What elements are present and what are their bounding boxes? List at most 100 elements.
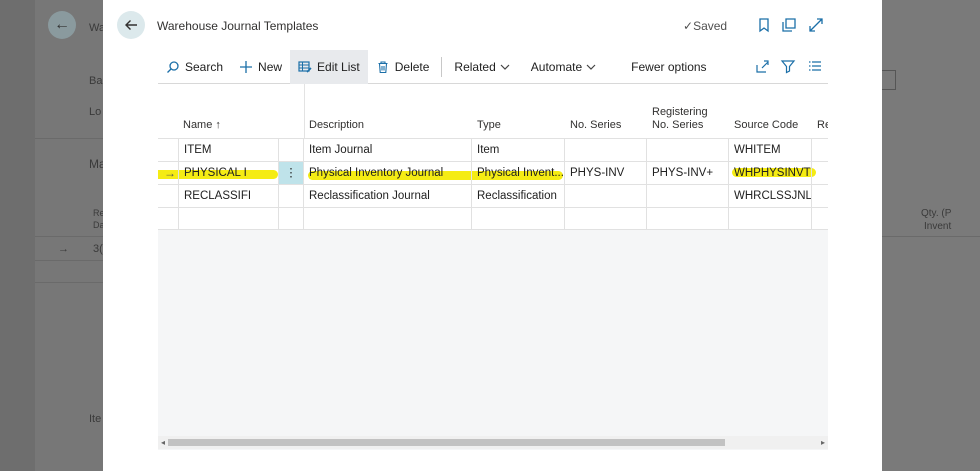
column-header-registering-line1: Registering <box>652 106 708 118</box>
delete-button[interactable]: Delete <box>368 50 438 84</box>
new-button-label: New <box>258 59 283 74</box>
cell-type[interactable] <box>472 208 565 230</box>
cell-registering-no-series[interactable] <box>647 185 729 207</box>
edit-list-button[interactable]: Edit List <box>290 49 368 84</box>
cell-source-code[interactable] <box>729 208 812 230</box>
cell-description[interactable]: Reclassification Journal <box>304 185 472 207</box>
grid-header: Name ↑ Description Type No. Series Regis… <box>158 84 828 138</box>
cell-registering-no-series[interactable] <box>647 139 729 161</box>
column-header-type[interactable]: Type <box>477 119 501 132</box>
cell-no-series[interactable]: PHYS-INV <box>565 162 647 184</box>
more-vertical-icon: ⋮ <box>285 167 297 179</box>
automate-menu[interactable]: Automate <box>523 50 609 84</box>
trash-icon <box>378 60 388 73</box>
table-row-selected[interactable]: → PHYSICAL I ⋮ Physical Inventory Journa… <box>158 161 828 184</box>
cell-reason-code[interactable] <box>812 162 828 184</box>
cell-description[interactable]: Item Journal <box>304 139 472 161</box>
row-menu-cell[interactable] <box>279 185 304 207</box>
column-header-reason-code[interactable]: Rea <box>817 119 828 132</box>
check-icon: ✓ <box>683 19 694 33</box>
scroll-left-icon[interactable]: ◂ <box>158 436 168 449</box>
background-divider <box>35 236 103 237</box>
expand-icon[interactable] <box>807 16 825 34</box>
open-new-window-icon[interactable] <box>780 16 798 34</box>
back-button[interactable] <box>117 11 145 39</box>
cell-reason-code[interactable] <box>812 185 828 207</box>
saved-status: ✓Saved <box>683 19 727 33</box>
background-divider <box>882 236 980 237</box>
cell-name[interactable]: PHYSICAL I <box>179 162 279 184</box>
chevron-down-icon <box>500 64 510 70</box>
new-button[interactable]: New <box>231 50 290 84</box>
table-row[interactable]: RECLASSIFI Reclassification Journal Recl… <box>158 184 828 207</box>
table-row-empty[interactable] <box>158 207 828 230</box>
edit-list-icon <box>298 60 312 73</box>
arrow-right-icon: → <box>164 166 176 180</box>
cell-registering-no-series[interactable] <box>647 208 729 230</box>
cell-no-series[interactable] <box>565 185 647 207</box>
cell-type[interactable]: Item <box>472 139 565 161</box>
arrow-left-icon <box>125 20 137 30</box>
horizontal-scrollbar[interactable]: ◂ ▸ <box>158 436 828 449</box>
share-icon[interactable] <box>754 58 770 74</box>
edit-list-button-label: Edit List <box>317 59 360 74</box>
column-header-no-series[interactable]: No. Series <box>570 119 621 132</box>
saved-status-label: Saved <box>693 19 728 33</box>
row-menu-button[interactable]: ⋮ <box>279 162 304 184</box>
cell-reason-code[interactable] <box>812 139 828 161</box>
bookmark-icon[interactable] <box>755 16 773 34</box>
search-button-label: Search <box>185 59 224 74</box>
table-row[interactable]: ITEM Item Journal Item WHITEM <box>158 138 828 161</box>
filter-icon[interactable] <box>780 58 796 74</box>
templates-grid: Name ↑ Description Type No. Series Regis… <box>158 84 828 450</box>
search-button[interactable]: Search <box>158 50 231 84</box>
scroll-right-icon[interactable]: ▸ <box>818 436 828 449</box>
cell-type[interactable]: Physical Invent... <box>472 162 565 184</box>
related-menu[interactable]: Related <box>446 50 522 84</box>
row-menu-cell[interactable] <box>279 208 304 230</box>
warehouse-journal-templates-dialog: Warehouse Journal Templates ✓Saved Searc… <box>103 0 882 471</box>
fewer-options-button[interactable]: Fewer options <box>623 50 714 84</box>
background-label: Lo <box>89 106 102 118</box>
column-header-description[interactable]: Description <box>309 119 364 132</box>
search-icon <box>167 60 179 73</box>
cell-name[interactable]: ITEM <box>179 139 279 161</box>
background-divider <box>35 138 103 139</box>
background-label: 3( <box>93 243 103 255</box>
column-divider <box>304 84 305 138</box>
row-menu-cell[interactable] <box>279 139 304 161</box>
cell-source-code[interactable]: WHITEM <box>729 139 812 161</box>
cell-registering-no-series[interactable]: PHYS-INV+ <box>647 162 729 184</box>
cell-no-series[interactable] <box>565 208 647 230</box>
cell-name[interactable]: RECLASSIFI <box>179 185 279 207</box>
column-header-registering-no-series[interactable]: Registering No. Series <box>652 106 708 132</box>
background-label: Ba <box>89 75 103 87</box>
plus-icon <box>240 60 253 73</box>
cell-source-code[interactable]: WHRCLSSJNL <box>729 185 812 207</box>
page-title: Warehouse Journal Templates <box>157 19 319 33</box>
row-indicator <box>158 139 179 161</box>
row-indicator <box>158 208 179 230</box>
cell-description[interactable] <box>304 208 472 230</box>
cell-type[interactable]: Reclassification <box>472 185 565 207</box>
background-label: Qty. (P <box>921 208 952 219</box>
column-header-name[interactable]: Name ↑ <box>183 119 221 132</box>
cell-reason-code[interactable] <box>812 208 828 230</box>
list-view-icon[interactable] <box>807 58 823 74</box>
background-left-strip <box>0 0 35 471</box>
cell-no-series[interactable] <box>565 139 647 161</box>
cell-name[interactable] <box>179 208 279 230</box>
background-divider <box>35 260 103 261</box>
column-header-registering-line2: No. Series <box>652 119 704 131</box>
background-arrow: → <box>58 243 69 255</box>
fewer-options-label: Fewer options <box>631 59 707 74</box>
row-indicator: → <box>158 162 179 184</box>
cell-source-code[interactable]: WHPHYSINVT <box>729 162 812 184</box>
related-menu-label: Related <box>454 59 496 74</box>
column-header-source-code[interactable]: Source Code <box>734 119 798 132</box>
background-divider <box>35 282 103 283</box>
action-bar: Search New Edit List Delete Related Auto… <box>158 49 828 84</box>
delete-button-label: Delete <box>394 59 430 74</box>
scrollbar-thumb[interactable] <box>168 439 725 446</box>
cell-description[interactable]: Physical Inventory Journal <box>304 162 472 184</box>
